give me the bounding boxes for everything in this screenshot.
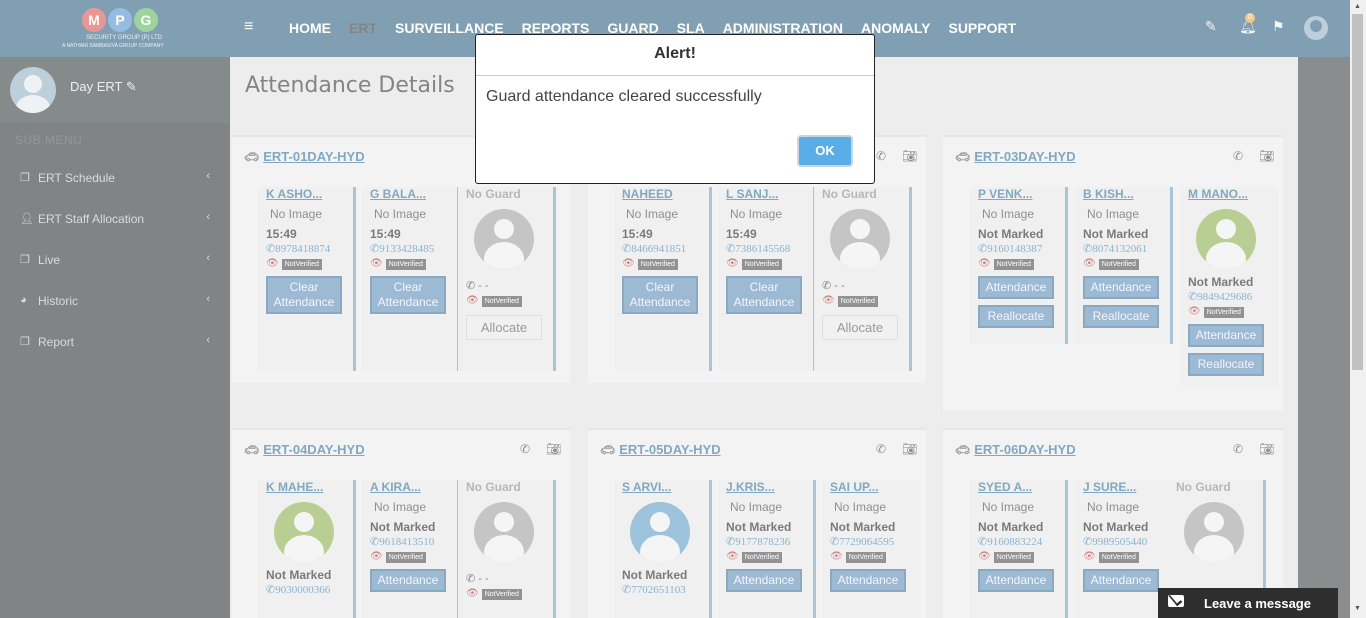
alert-dialog: Alert! Guard attendance cleared successf… [475,34,875,184]
vertical-scrollbar[interactable]: ▲ ▼ [1350,0,1366,618]
alert-title: Alert! [476,35,874,76]
envelope-icon [1168,595,1184,607]
chat-label: Leave a message [1204,596,1311,611]
alert-message: Guard attendance cleared successfully [486,88,762,105]
scroll-up-arrow-icon[interactable]: ▲ [1354,3,1361,10]
scroll-down-arrow-icon[interactable]: ▼ [1354,605,1361,612]
ok-button[interactable]: OK [797,135,853,167]
leave-message-widget[interactable]: Leave a message [1158,588,1338,618]
scrollbar-thumb[interactable] [1352,14,1363,370]
